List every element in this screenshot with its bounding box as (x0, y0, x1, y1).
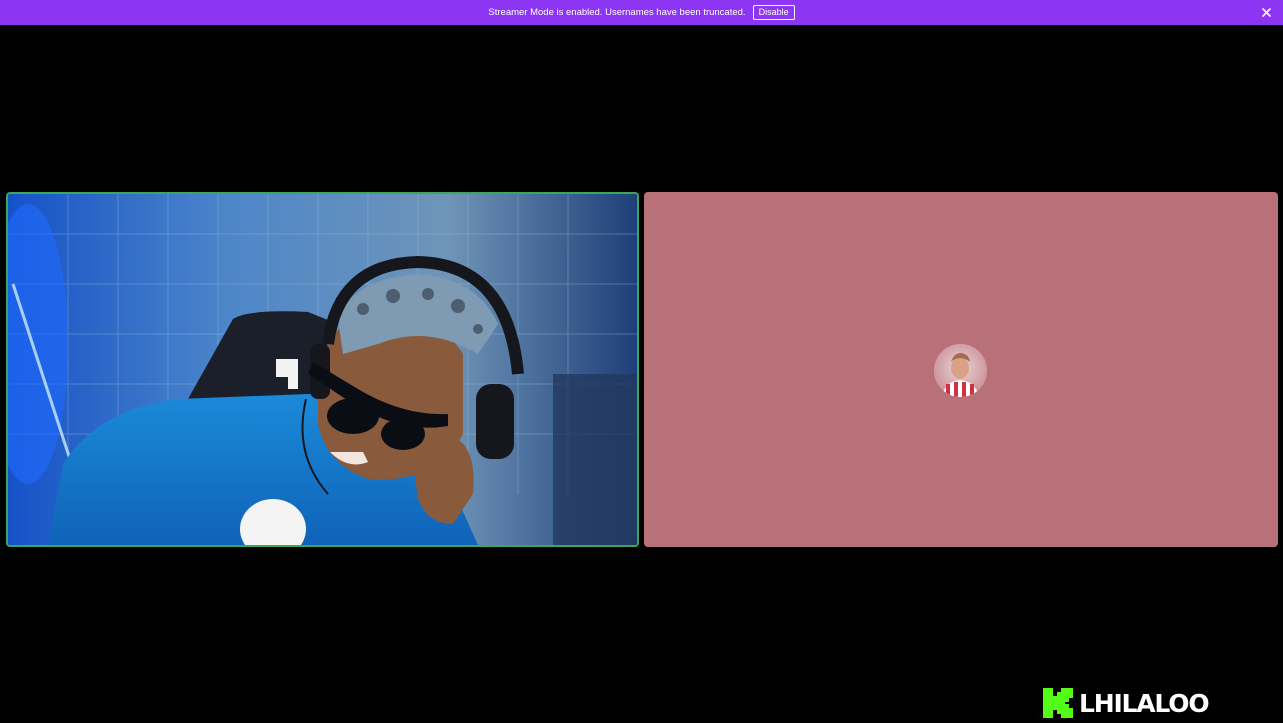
streamer-mode-banner: Streamer Mode is enabled. Usernames have… (0, 0, 1283, 25)
disable-button[interactable]: Disable (752, 5, 795, 20)
kick-logo-icon (1043, 688, 1074, 718)
close-icon[interactable] (1260, 6, 1273, 19)
participant-video-tile[interactable] (6, 192, 639, 547)
channel-name: LHILALOO (1079, 688, 1210, 718)
banner-message: Streamer Mode is enabled. Usernames have… (488, 7, 746, 18)
user-avatar (934, 344, 987, 397)
participant-video-feed (8, 194, 637, 545)
channel-watermark: LHILALOO (1043, 688, 1210, 718)
